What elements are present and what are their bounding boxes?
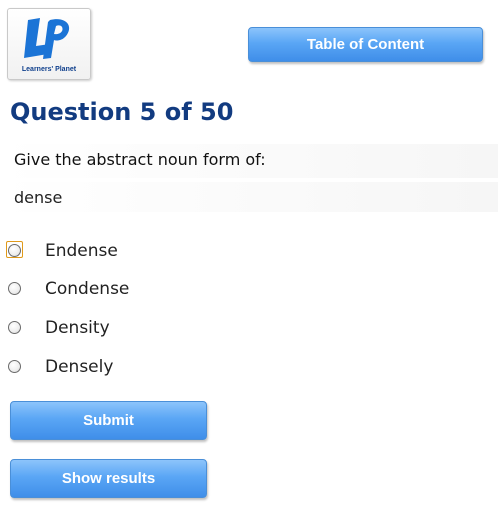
logo-text: Learners' Planet xyxy=(21,66,77,73)
word-band xyxy=(0,182,498,212)
option-endense[interactable]: Endense xyxy=(0,238,498,268)
submit-button[interactable]: Submit xyxy=(10,401,207,440)
radio-button[interactable] xyxy=(8,360,21,373)
learners-planet-logo: Learners' Planet xyxy=(7,8,91,80)
radio-button[interactable] xyxy=(8,244,21,257)
option-density[interactable]: Density xyxy=(0,315,498,345)
question-prompt: Give the abstract noun form of: xyxy=(14,150,266,169)
lp-logo-icon xyxy=(24,18,70,59)
option-label: Densely xyxy=(45,357,114,377)
option-label: Condense xyxy=(45,279,130,299)
option-condense[interactable]: Condense xyxy=(0,276,498,306)
radio-button[interactable] xyxy=(8,321,21,334)
option-densely[interactable]: Densely xyxy=(0,354,498,384)
question-word: dense xyxy=(14,188,63,207)
question-title: Question 5 of 50 xyxy=(10,98,234,126)
show-results-button[interactable]: Show results xyxy=(10,459,207,498)
radio-button[interactable] xyxy=(8,282,21,295)
option-label: Endense xyxy=(45,241,118,261)
table-of-content-button[interactable]: Table of Content xyxy=(248,27,483,62)
option-label: Density xyxy=(45,318,110,338)
